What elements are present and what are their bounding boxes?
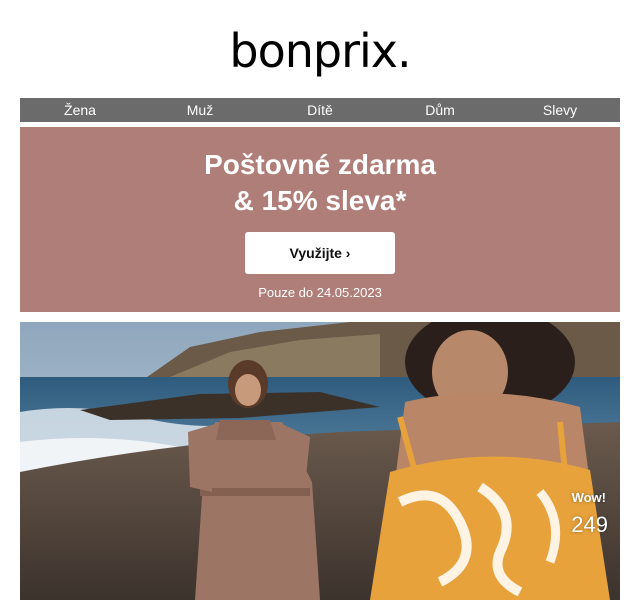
wow-badge: Wow!	[571, 490, 606, 505]
promo-title-line1: Poštovné zdarma	[204, 149, 436, 180]
bonprix-logo[interactable]: bonprix.	[0, 22, 640, 82]
nav-item-muz[interactable]: Muž	[140, 98, 260, 122]
logo-text: bonprix.	[229, 24, 411, 78]
promo-title: Poštovné zdarma & 15% sleva*	[20, 147, 620, 219]
hero-image[interactable]: Wow! 249	[20, 322, 620, 600]
nav-item-zena[interactable]: Žena	[20, 98, 140, 122]
main-nav: Žena Muž Dítě Dům Slevy	[20, 98, 620, 122]
promo-banner: Poštovné zdarma & 15% sleva* Využijte › …	[20, 127, 620, 312]
nav-item-dum[interactable]: Dům	[380, 98, 500, 122]
nav-item-dite[interactable]: Dítě	[260, 98, 380, 122]
nav-item-slevy[interactable]: Slevy	[500, 98, 620, 122]
promo-validity-note: Pouze do 24.05.2023	[258, 285, 382, 300]
promo-title-line2: & 15% sleva*	[233, 185, 407, 216]
price-label: 249	[571, 512, 608, 537]
promo-cta-button[interactable]: Využijte ›	[245, 232, 395, 274]
beach-scene-illustration	[20, 322, 620, 600]
